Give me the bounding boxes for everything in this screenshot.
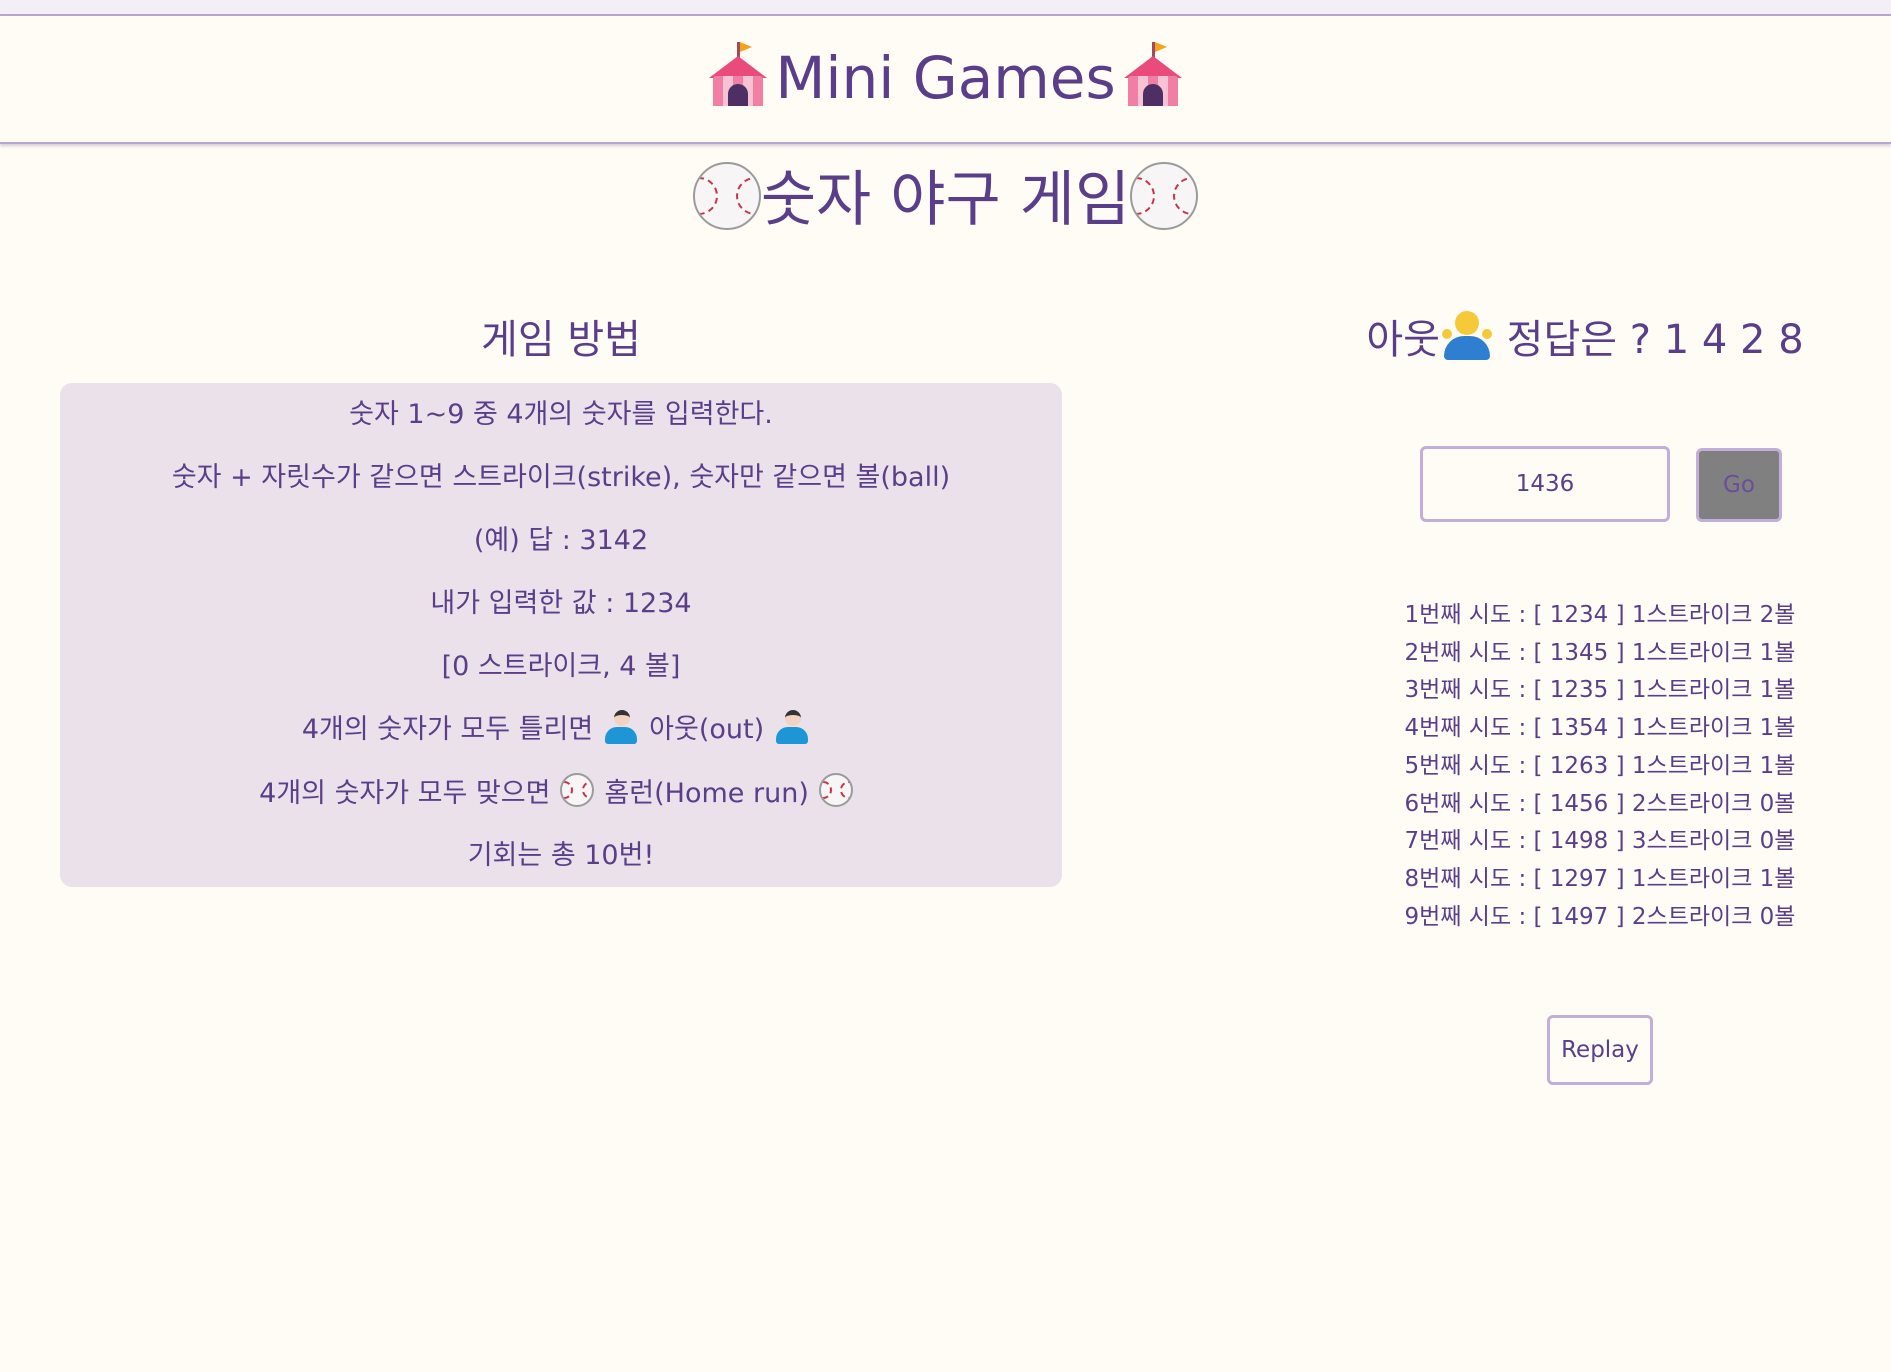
- game-title-text: 숫자 야구 게임: [760, 165, 1131, 235]
- rule-homerun-condition: 4개의 숫자가 모두 맞으면: [259, 778, 551, 809]
- attempt-item: 3번째 시도 : [ 1235 ] 1스트라이크 1볼: [1404, 677, 1796, 704]
- person-shrugging-icon: [776, 710, 809, 744]
- rule-homerun-label: 홈런(Home run): [604, 778, 809, 809]
- rule-line-homerun: 4개의 숫자가 모두 맞으면 홈런(Home run): [60, 773, 1062, 814]
- go-button[interactable]: Go: [1696, 448, 1782, 522]
- page-header: Mini Games: [0, 16, 1891, 144]
- result-message: 아웃 정답은 ? 1 4 2 8: [1360, 310, 1810, 370]
- baseball-icon: [818, 773, 853, 807]
- baseball-icon: [692, 162, 761, 230]
- baseball-icon: [560, 773, 595, 807]
- rule-line: 숫자 + 자릿수가 같으면 스트라이크(strike), 숫자만 같으면 볼(b…: [171, 462, 951, 493]
- out-label: 아웃: [1366, 317, 1440, 363]
- rule-line: 기회는 총 10번!: [467, 840, 655, 871]
- site-title: Mini Games: [0, 40, 1891, 116]
- rules-heading: 게임 방법: [481, 317, 641, 363]
- rule-line-out: 4개의 숫자가 모두 틀리면 아웃(out): [60, 710, 1062, 750]
- rule-out-label: 아웃(out): [649, 714, 765, 745]
- rule-line: (예) 답 : 3142: [473, 525, 649, 556]
- person-shrugging-icon: [1441, 311, 1492, 361]
- attempt-history: 1번째 시도 : [ 1234 ] 1스트라이크 2볼 2번째 시도 : [ 1…: [1400, 597, 1800, 936]
- rule-line: 숫자 1~9 중 4개의 숫자를 입력한다.: [349, 399, 773, 430]
- rule-line: [0 스트라이크, 4 볼]: [441, 651, 681, 682]
- site-title-text: Mini Games: [775, 44, 1116, 112]
- attempt-item: 7번째 시도 : [ 1498 ] 3스트라이크 0볼: [1404, 828, 1796, 855]
- attempt-item: 6번째 시도 : [ 1456 ] 2스트라이크 0볼: [1404, 790, 1796, 817]
- rule-out-condition: 4개의 숫자가 모두 틀리면: [301, 714, 594, 745]
- attempt-item: 5번째 시도 : [ 1263 ] 1스트라이크 1볼: [1404, 752, 1796, 779]
- guess-input[interactable]: [1420, 446, 1670, 522]
- baseball-icon: [1130, 162, 1199, 230]
- answer-label: 정답은 ? 1 4 2 8: [1506, 317, 1804, 363]
- attempt-item: 4번째 시도 : [ 1354 ] 1스트라이크 1볼: [1404, 715, 1796, 742]
- attempt-item: 1번째 시도 : [ 1234 ] 1스트라이크 2볼: [1404, 602, 1796, 628]
- replay-button[interactable]: Replay: [1547, 1015, 1653, 1085]
- person-shrugging-icon: [605, 710, 638, 744]
- circus-tent-icon: [709, 42, 768, 106]
- attempt-item: 9번째 시도 : [ 1497 ] 2스트라이크 0볼: [1404, 903, 1796, 930]
- rules-panel: 숫자 1~9 중 4개의 숫자를 입력한다. 숫자 + 자릿수가 같으면 스트라…: [60, 383, 1062, 887]
- attempt-item: 8번째 시도 : [ 1297 ] 1스트라이크 1볼: [1404, 865, 1796, 892]
- attempt-item: 2번째 시도 : [ 1345 ] 1스트라이크 1볼: [1404, 639, 1796, 666]
- rule-line: 내가 입력한 값 : 1234: [430, 588, 692, 619]
- top-rule: [0, 0, 1891, 16]
- circus-tent-icon: [1123, 42, 1182, 106]
- game-title: 숫자 야구 게임: [0, 160, 1891, 240]
